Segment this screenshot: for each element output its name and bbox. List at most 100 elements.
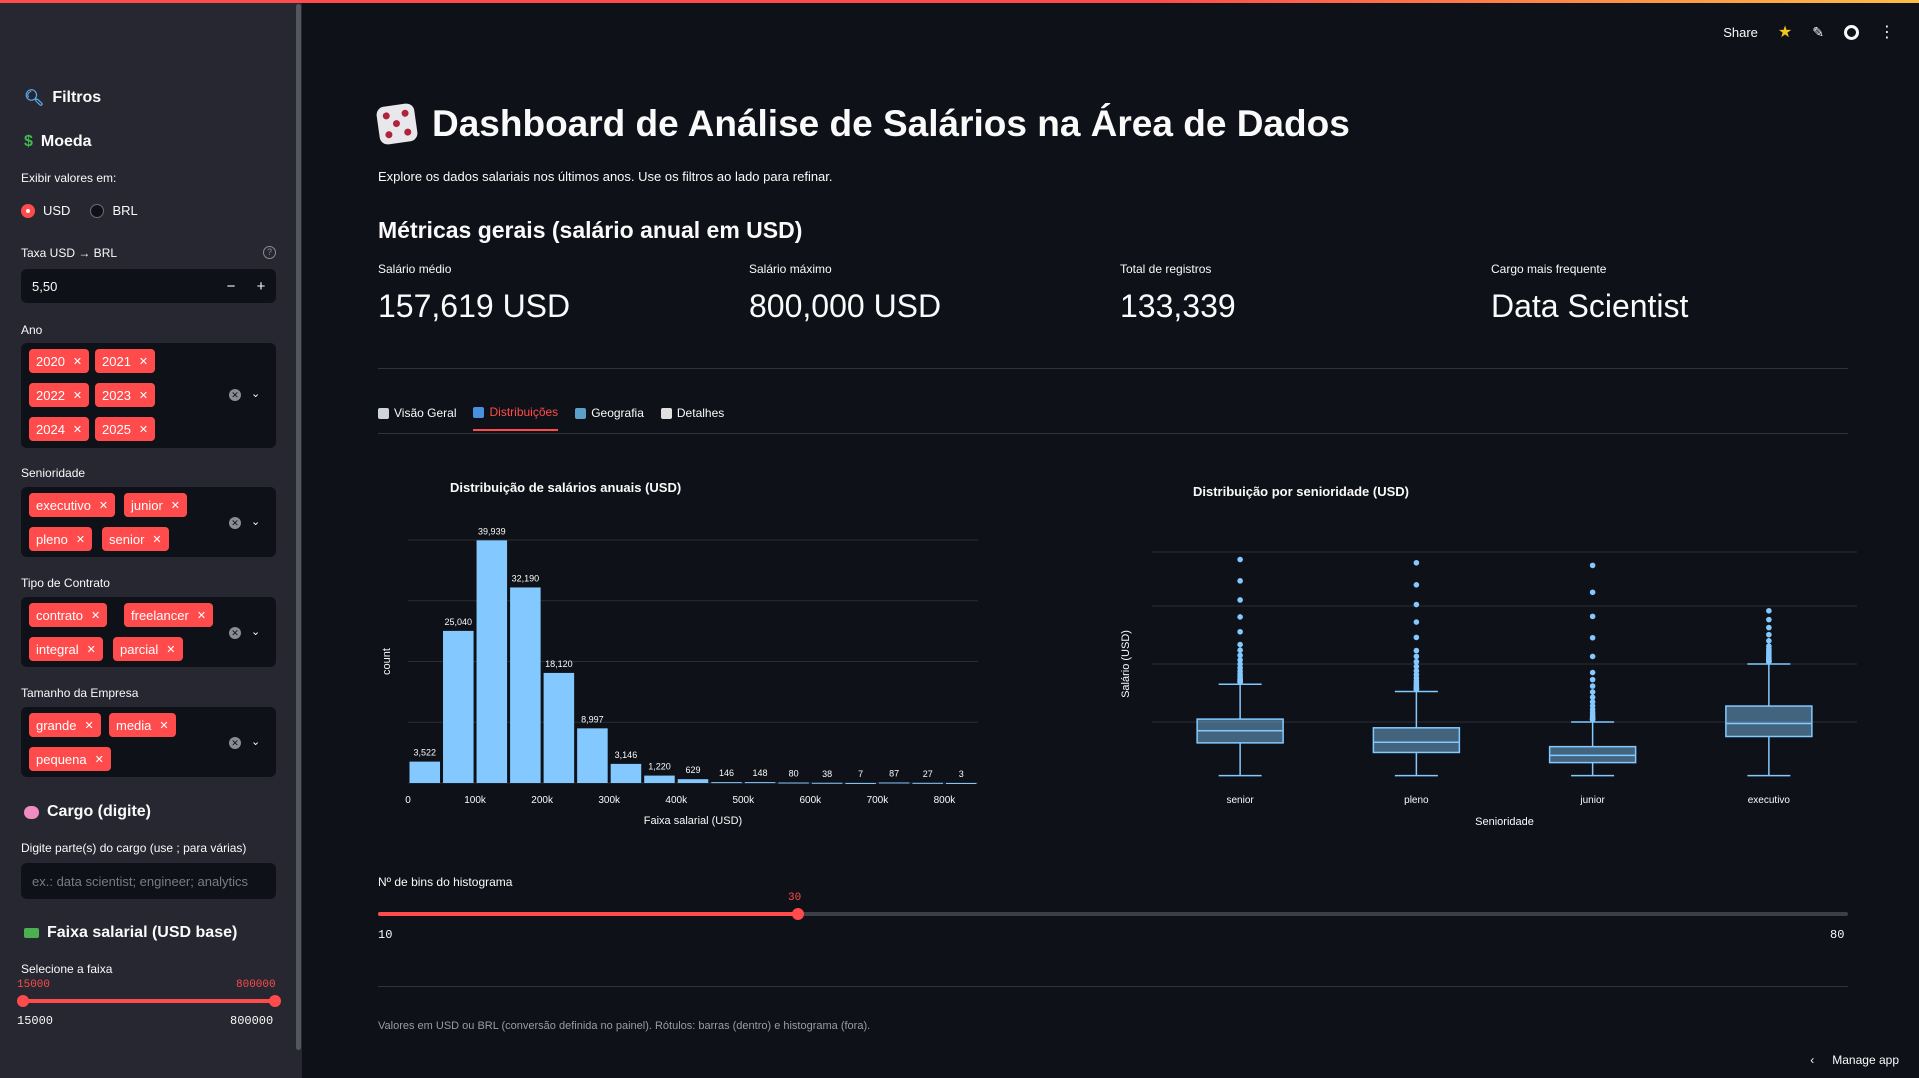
edit-pencil-icon[interactable]: ✎ [1812,24,1824,41]
salary-max-thumb-value: 800000 [236,979,276,991]
tab-distribuicoes[interactable]: Distribuições [473,405,559,431]
metric-value: 133,339 [1120,288,1236,324]
outlier-point [1766,643,1772,649]
clear-icon[interactable]: ✕ [229,737,241,749]
salary-min-thumb[interactable] [17,995,29,1007]
seniority-tag[interactable]: junior ✕ [124,493,188,517]
remove-icon[interactable]: ✕ [166,643,175,656]
histogram-bar [476,540,508,783]
chevron-down-icon[interactable]: ⌄ [251,625,260,638]
brain-icon [24,805,39,819]
company-tag[interactable]: pequena ✕ [29,747,111,771]
remove-icon[interactable]: ✕ [76,533,85,546]
help-icon[interactable]: ? [263,246,276,259]
salary-max-thumb[interactable] [269,995,281,1007]
divider [378,368,1848,369]
year-tag[interactable]: 2023 ✕ [95,383,156,407]
rate-value[interactable]: 5,50 [21,279,216,294]
remove-icon[interactable]: ✕ [152,533,161,546]
year-tag[interactable]: 2022 ✕ [29,383,90,407]
radio-usd[interactable]: USD [21,203,70,218]
increment-button[interactable]: + [246,278,276,295]
seniority-tag[interactable]: pleno ✕ [29,527,93,551]
tab-geografia[interactable]: Geografia [575,405,644,431]
year-multiselect[interactable]: 2020 ✕ 2021 ✕ 2022 ✕ 2023 ✕ 2024 ✕ 2025 ✕ ✕ ⌄ [21,343,276,448]
metric-card: Salário médio 157,619 USD [378,262,570,325]
github-icon[interactable] [1844,24,1859,40]
metric-value: 157,619 USD [378,288,571,324]
remove-icon[interactable]: ✕ [91,609,100,622]
seniority-tag[interactable]: executivo ✕ [29,493,116,517]
year-tag[interactable]: 2025 ✕ [95,417,156,441]
boxplot-chart[interactable]: senior pleno junior executivo Senioridade Sal… [1112,500,1862,840]
outlier-point [1413,647,1420,654]
display-currency-label: Exibir valores em: [21,171,117,185]
remove-icon[interactable]: ✕ [139,389,148,402]
contract-tag[interactable]: integral ✕ [29,637,103,661]
currency-heading: $ Moeda [24,133,92,151]
outlier-point [1589,689,1596,695]
radio-dot-selected[interactable] [21,203,35,218]
outlier-point [1413,653,1420,660]
company-tag[interactable]: media ✕ [109,713,176,737]
contract-tag[interactable]: parcial ✕ [113,637,183,661]
rate-number-input[interactable]: 5,50 − + [21,269,276,303]
radio-brl[interactable]: BRL [90,203,138,218]
tab-detalhes[interactable]: Detalhes [660,405,724,431]
tab-visao-geral[interactable]: Visão Geral [378,405,456,431]
cargo-title: Cargo (digite) [47,803,151,820]
year-tag[interactable]: 2021 ✕ [95,349,156,373]
cargo-heading: Cargo (digite) [24,803,151,821]
cargo-search-input[interactable] [21,863,276,899]
decrement-button[interactable]: − [216,278,246,295]
radio-dot[interactable] [90,203,105,218]
remove-icon[interactable]: ✕ [73,355,82,368]
clear-icon[interactable]: ✕ [229,517,241,529]
seniority-tag[interactable]: senior ✕ [102,527,169,551]
remove-icon[interactable]: ✕ [197,609,206,622]
year-tag[interactable]: 2020 ✕ [29,349,90,373]
sidebar-scrollbar[interactable] [296,4,301,1050]
outlier-point [1413,582,1420,588]
salary-range-track[interactable] [21,999,276,1003]
share-button[interactable]: Share [1723,25,1758,40]
manage-app-button[interactable]: ‹ Manage app [1810,1053,1899,1067]
chevron-down-icon[interactable]: ⌄ [251,387,260,400]
chevron-down-icon[interactable]: ⌄ [251,735,260,748]
bar-data-label: 1,220 [648,762,671,772]
contract-tag[interactable]: freelancer ✕ [124,603,214,627]
remove-icon[interactable]: ✕ [84,719,93,732]
remove-icon[interactable]: ✕ [159,719,168,732]
remove-icon[interactable]: ✕ [139,355,148,368]
remove-icon[interactable]: ✕ [87,643,96,656]
remove-icon[interactable]: ✕ [139,423,148,436]
remove-icon[interactable]: ✕ [171,499,180,512]
bins-slider-thumb[interactable] [791,908,804,920]
chevron-down-icon[interactable]: ⌄ [251,515,260,528]
remove-icon[interactable]: ✕ [95,753,104,766]
radio-usd-label: USD [43,203,71,218]
histogram-chart[interactable]: 3,522 25,040 39,939 32,190 18,120 8,997 3,146 1… [378,500,1018,840]
more-menu-icon[interactable]: ⋮ [1879,22,1895,42]
seniority-multiselect[interactable]: executivo ✕ junior ✕ pleno ✕ senior ✕ ✕ ⌄ [21,487,276,557]
clear-icon[interactable]: ✕ [229,389,241,401]
company-tag[interactable]: grande ✕ [29,713,101,737]
company-size-multiselect[interactable]: grande ✕ media ✕ pequena ✕ ✕ ⌄ [21,707,276,777]
tag-label: 2025 [102,421,131,437]
outlier-point [1237,597,1243,603]
contract-label: Tipo de Contrato [21,576,110,590]
outlier-point [1766,607,1772,614]
remove-icon[interactable]: ✕ [73,423,82,436]
clear-icon[interactable]: ✕ [229,627,241,639]
outlier-point [1413,559,1420,566]
outlier-point [1589,669,1596,676]
remove-icon[interactable]: ✕ [73,389,82,402]
bar-data-label: 27 [923,769,933,779]
remove-icon[interactable]: ✕ [99,499,108,512]
year-tag[interactable]: 2024 ✕ [29,417,90,441]
star-icon[interactable]: ★ [1778,22,1792,42]
contract-tag[interactable]: contrato ✕ [29,603,108,627]
outlier-point [1237,578,1243,584]
boxplot-title: Distribuição por senioridade (USD) [1193,484,1409,499]
contract-multiselect[interactable]: contrato ✕ freelancer ✕ integral ✕ parcial ✕… [21,597,276,667]
